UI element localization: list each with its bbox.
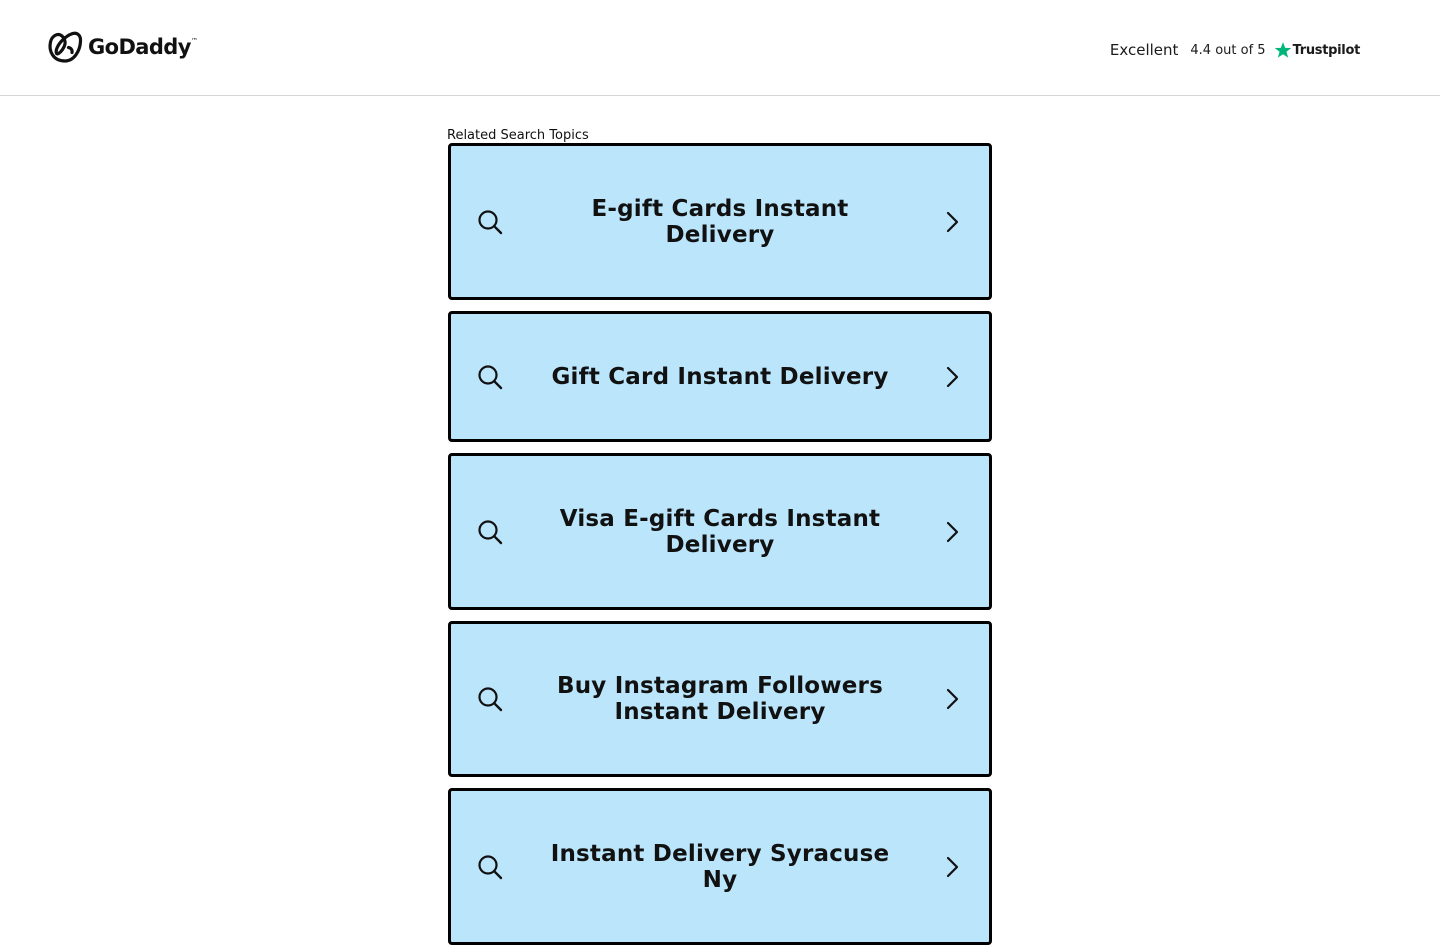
- topic-title: Gift Card Instant Delivery: [551, 363, 889, 390]
- topic-card-buy-instagram-followers-instant-delivery[interactable]: Buy Instagram Followers Instant Delivery: [448, 621, 992, 777]
- logo-trademark: ™: [190, 37, 198, 45]
- trustpilot-star-icon: [1274, 42, 1291, 58]
- chevron-right-icon: [946, 366, 959, 387]
- topic-title: Instant Delivery Syracuse Ny: [550, 840, 890, 893]
- topic-title: Buy Instagram Followers Instant Delivery: [557, 673, 883, 725]
- search-icon: [478, 854, 503, 879]
- search-icon: [478, 364, 503, 389]
- topic-card-gift-card-instant-delivery[interactable]: Gift Card Instant Delivery: [448, 311, 992, 442]
- site-header: GoDaddy™ Excellent 4.4 out of 5 Trustpil…: [0, 0, 1440, 96]
- logo-wordmark-text: GoDaddy: [88, 35, 191, 59]
- search-icon: [478, 687, 503, 712]
- trustpilot-score: 4.4 out of 5: [1190, 42, 1266, 58]
- section-label: Related Search Topics: [447, 128, 589, 143]
- chevron-right-icon: [946, 856, 959, 877]
- trustpilot-brand: Trustpilot: [1292, 42, 1361, 58]
- topic-card-visa-egift-cards-instant-delivery[interactable]: Visa E-gift Cards Instant Delivery: [448, 453, 992, 610]
- topic-title: Visa E-gift Cards Instant Delivery: [559, 505, 881, 558]
- trustpilot-widget[interactable]: Excellent 4.4 out of 5 Trustpilot: [1110, 38, 1360, 62]
- topic-card-egift-cards-instant-delivery[interactable]: E-gift Cards Instant Delivery: [448, 143, 992, 300]
- godaddy-logo-icon: [48, 31, 83, 63]
- search-icon: [478, 519, 503, 544]
- chevron-right-icon: [946, 688, 959, 710]
- topic-title: E-gift Cards Instant Delivery: [591, 195, 849, 248]
- chevron-right-icon: [946, 521, 959, 542]
- chevron-right-icon: [946, 211, 959, 232]
- trustpilot-rating-word: Excellent: [1109, 41, 1179, 59]
- logo-wordmark: GoDaddy™: [88, 30, 198, 64]
- godaddy-logo[interactable]: GoDaddy™: [47, 30, 198, 64]
- search-icon: [478, 209, 503, 234]
- topic-card-instant-delivery-syracuse-ny[interactable]: Instant Delivery Syracuse Ny: [448, 788, 992, 945]
